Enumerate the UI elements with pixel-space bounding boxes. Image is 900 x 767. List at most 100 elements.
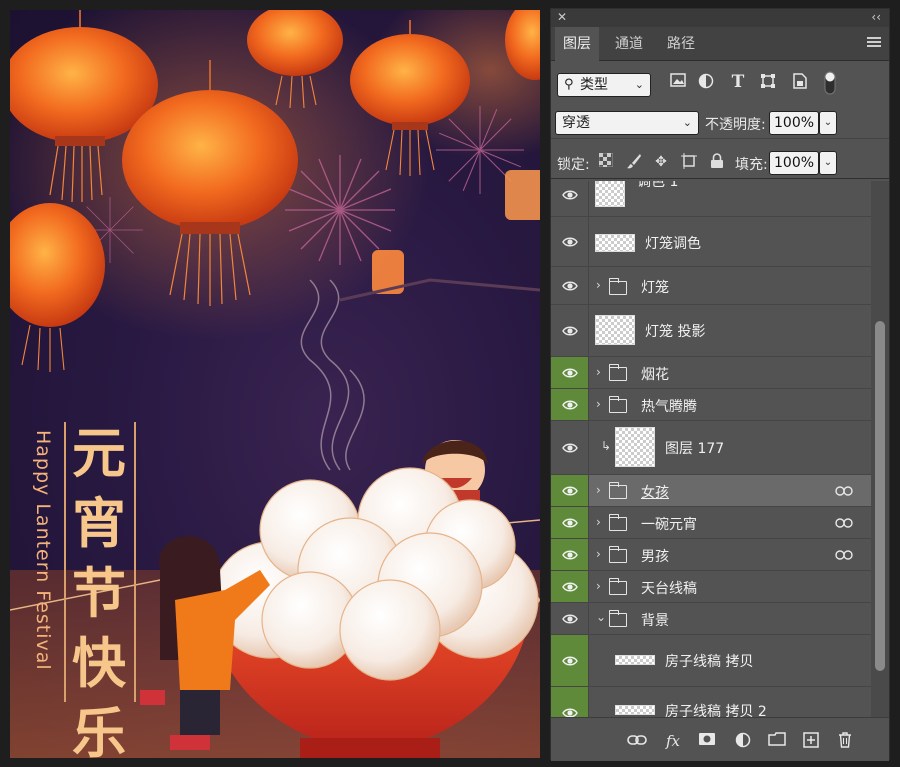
- folder-icon: [608, 546, 627, 563]
- link-layers-icon[interactable]: [627, 732, 647, 750]
- new-layer-icon[interactable]: [801, 732, 821, 750]
- visibility-eye-icon[interactable]: [551, 603, 589, 634]
- visibility-eye-icon[interactable]: [551, 267, 589, 304]
- chevron-right-icon[interactable]: ›: [596, 547, 601, 561]
- layer-name[interactable]: 调色 1: [637, 181, 678, 191]
- chevron-right-icon[interactable]: ›: [596, 278, 601, 292]
- layer-row[interactable]: › 一碗元宵: [551, 507, 871, 539]
- layer-name[interactable]: 女孩: [641, 482, 669, 502]
- layer-name[interactable]: 房子线稿 拷贝: [665, 651, 753, 671]
- visibility-eye-icon[interactable]: [551, 507, 589, 538]
- lock-all-icon[interactable]: [708, 153, 726, 171]
- layer-name[interactable]: 灯笼: [641, 277, 669, 297]
- fx-icon[interactable]: fx: [663, 732, 683, 750]
- visibility-eye-icon[interactable]: [551, 305, 589, 356]
- lock-move-icon[interactable]: ✥: [652, 153, 670, 171]
- blend-mode-select[interactable]: 穿透 ⌄: [555, 111, 699, 135]
- collapse-icon[interactable]: ‹‹: [871, 10, 881, 24]
- lock-brush-icon[interactable]: [625, 153, 643, 171]
- visibility-eye-icon[interactable]: [551, 357, 589, 388]
- layer-row[interactable]: 灯笼调色: [551, 217, 871, 267]
- visibility-eye-icon[interactable]: [551, 687, 589, 717]
- layer-name[interactable]: 男孩: [641, 546, 669, 566]
- visibility-eye-icon[interactable]: [551, 217, 589, 266]
- fill-input[interactable]: 100%: [769, 151, 819, 175]
- opacity-dropdown-icon[interactable]: ⌄: [819, 111, 837, 135]
- visibility-eye-icon[interactable]: [551, 421, 589, 474]
- visibility-eye-icon[interactable]: [551, 181, 589, 216]
- layer-name[interactable]: 房子线稿 拷贝 2: [665, 701, 767, 717]
- document-canvas[interactable]: Happy Lantern Festival 元宵节快乐: [10, 10, 540, 758]
- layer-row[interactable]: › 男孩: [551, 539, 871, 571]
- layer-name[interactable]: 热气腾腾: [641, 396, 697, 416]
- chevron-down-icon: ⌄: [634, 78, 644, 91]
- lock-label: 锁定:: [557, 157, 590, 173]
- filter-kind-select[interactable]: ⚲ 类型 ⌄: [557, 73, 651, 97]
- opacity-input[interactable]: 100%: [769, 111, 819, 135]
- layer-row[interactable]: ↳ 图层 177: [551, 421, 871, 475]
- folder-icon: [608, 278, 627, 295]
- panel-header-bar: ✕ ‹‹: [551, 9, 889, 27]
- layer-list[interactable]: 调色 1 灯笼调色 › 灯笼 灯笼 投影 › 烟花 › 热气腾腾 ↳ 图层 17…: [551, 181, 871, 717]
- layer-thumbnail: [595, 181, 625, 207]
- layer-name[interactable]: 一碗元宵: [641, 514, 697, 534]
- filter-toggle-icon[interactable]: [823, 71, 837, 95]
- lock-artboard-icon[interactable]: [680, 153, 698, 171]
- layer-name[interactable]: 烟花: [641, 364, 669, 384]
- tab-paths[interactable]: 路径: [659, 27, 703, 61]
- trash-icon[interactable]: [835, 732, 855, 750]
- layer-name[interactable]: 图层 177: [665, 438, 724, 458]
- lock-transparency-icon[interactable]: [597, 152, 615, 171]
- adjustment-layer-icon[interactable]: [733, 732, 753, 750]
- type-filter-icon[interactable]: T: [729, 73, 747, 91]
- layer-row[interactable]: › 天台线稿: [551, 571, 871, 603]
- layer-row[interactable]: › 热气腾腾: [551, 389, 871, 421]
- mask-icon[interactable]: [697, 732, 717, 750]
- layers-panel: ✕ ‹‹ 图层 通道 路径 ⚲ 类型 ⌄ T 穿透 ⌄ 不透明度: 100% ⌄…: [550, 8, 890, 761]
- layer-row[interactable]: 房子线稿 拷贝 2: [551, 687, 871, 717]
- chevron-right-icon[interactable]: ›: [596, 515, 601, 529]
- tab-layers[interactable]: 图层: [555, 27, 599, 61]
- photoshop-window: Happy Lantern Festival 元宵节快乐 ✕ ‹‹ 图层 通道 …: [0, 0, 900, 767]
- chevron-right-icon[interactable]: ›: [596, 397, 601, 411]
- layer-list-scrollbar[interactable]: [871, 181, 889, 717]
- opacity-label: 不透明度:: [705, 117, 766, 133]
- layer-name[interactable]: 天台线稿: [641, 578, 697, 598]
- tab-channels[interactable]: 通道: [607, 27, 651, 61]
- artwork-title-cn: 元宵节快乐: [72, 421, 126, 758]
- layer-row[interactable]: ⌄ 背景: [551, 603, 871, 635]
- scrollbar-thumb[interactable]: [875, 321, 885, 671]
- chevron-right-icon[interactable]: ›: [596, 365, 601, 379]
- smart-object-filter-icon[interactable]: [791, 73, 809, 91]
- visibility-eye-icon[interactable]: [551, 571, 589, 602]
- lock-row: 锁定: ✥ 填充: 100% ⌄: [551, 147, 889, 179]
- layer-row[interactable]: 调色 1: [551, 181, 871, 217]
- panel-menu-icon[interactable]: [867, 37, 881, 49]
- chevron-down-icon[interactable]: ⌄: [596, 610, 606, 624]
- layer-row[interactable]: 灯笼 投影: [551, 305, 871, 357]
- visibility-eye-icon[interactable]: [551, 389, 589, 420]
- chevron-right-icon[interactable]: ›: [596, 483, 601, 497]
- visibility-eye-icon[interactable]: [551, 539, 589, 570]
- folder-icon: [608, 364, 627, 381]
- visibility-eye-icon[interactable]: [551, 635, 589, 686]
- chevron-right-icon[interactable]: ›: [596, 579, 601, 593]
- title-line-left: [64, 422, 66, 702]
- visibility-eye-icon[interactable]: [551, 475, 589, 506]
- layer-name[interactable]: 背景: [641, 610, 669, 630]
- shape-filter-icon[interactable]: [759, 73, 777, 91]
- fill-dropdown-icon[interactable]: ⌄: [819, 151, 837, 175]
- layer-row[interactable]: › 烟花: [551, 357, 871, 389]
- link-icon: [835, 550, 853, 560]
- layer-row[interactable]: › 灯笼: [551, 267, 871, 305]
- layer-name[interactable]: 灯笼 投影: [645, 321, 705, 341]
- blend-mode-value: 穿透: [562, 115, 590, 131]
- close-icon[interactable]: ✕: [557, 10, 567, 24]
- layer-name[interactable]: 灯笼调色: [645, 233, 701, 253]
- adjustment-filter-icon[interactable]: [697, 73, 715, 91]
- image-filter-icon[interactable]: [669, 73, 687, 91]
- new-group-icon[interactable]: [767, 732, 787, 750]
- blend-row: 穿透 ⌄ 不透明度: 100% ⌄: [551, 109, 889, 139]
- layer-row[interactable]: 房子线稿 拷贝: [551, 635, 871, 687]
- layer-row-selected[interactable]: › 女孩: [551, 475, 871, 507]
